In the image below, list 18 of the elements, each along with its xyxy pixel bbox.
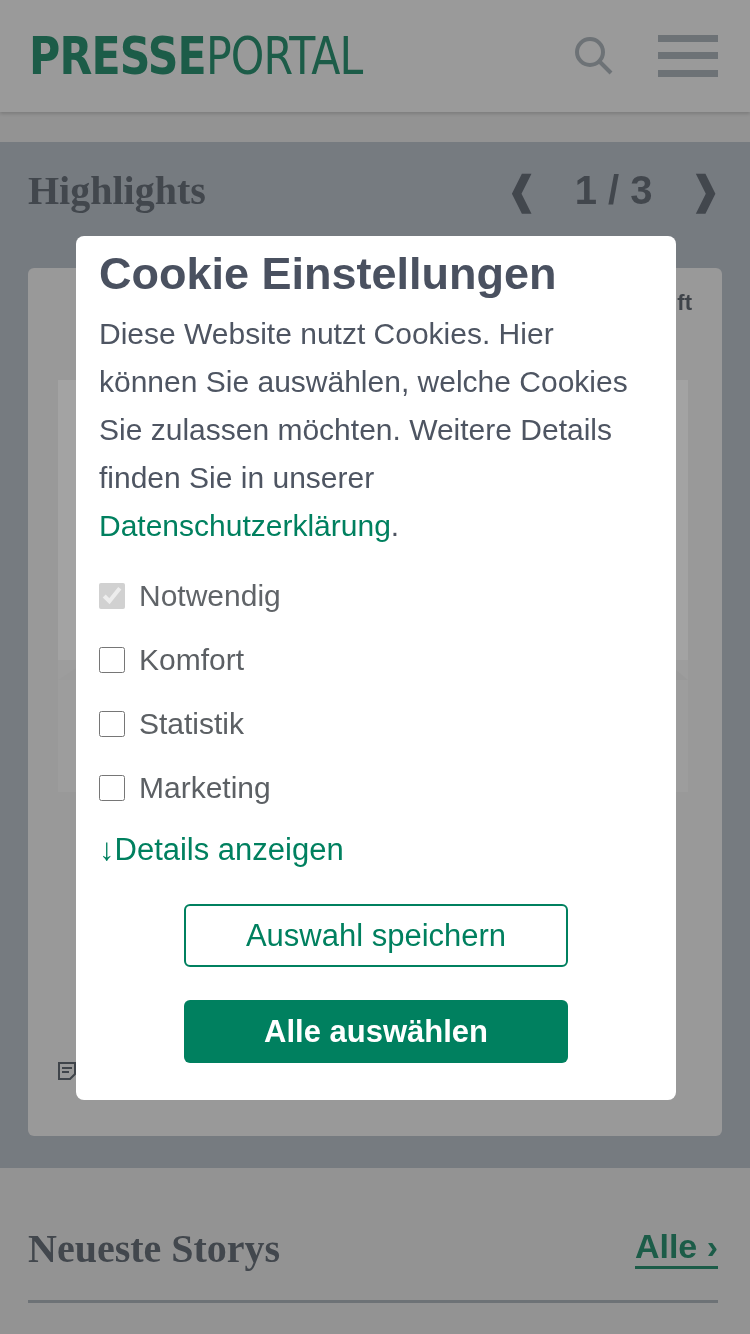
dialog-title: Cookie Einstellungen	[99, 247, 558, 301]
privacy-link[interactable]: Datenschutzerklärung	[99, 509, 391, 542]
dialog-text: Diese Website nutzt Cookies. Hier können Sie auswählen, welche Cookies Sie zulassen möchten. Weitere Details finden Sie in unserer Datenschutzerklärung.	[99, 316, 629, 544]
checkbox[interactable]	[99, 775, 125, 801]
accept-all-button[interactable]: Alle auswählen	[184, 1000, 568, 1063]
save-selection-button[interactable]: Auswahl speichern	[184, 904, 568, 967]
checkbox-label: Statistik	[139, 707, 245, 741]
checkbox-label: Notwendig	[139, 579, 281, 613]
logo[interactable]: PRESSEPORTAL	[29, 30, 476, 82]
document-icon	[58, 1062, 76, 1080]
checkbox[interactable]	[99, 647, 125, 673]
all-link[interactable]: Alle ›	[634, 1227, 718, 1269]
checkbox-label: Marketing	[139, 771, 271, 805]
story-source: ft	[677, 290, 692, 316]
section-title: Neueste Storys	[28, 1224, 281, 1272]
details-link[interactable]: ↓Details anzeigen	[99, 832, 344, 868]
checkbox-label: Komfort	[139, 643, 245, 677]
checkbox[interactable]	[99, 711, 125, 737]
